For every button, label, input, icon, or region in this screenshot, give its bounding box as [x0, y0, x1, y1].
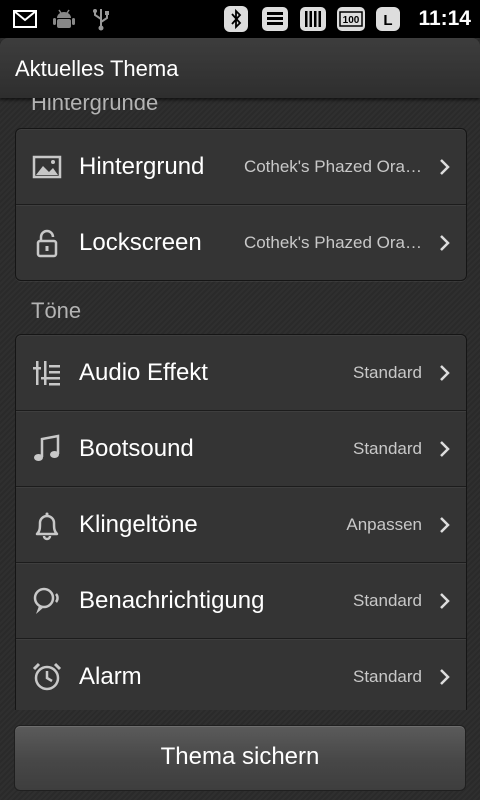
row-value: Cothek's Phazed Ora…	[243, 157, 422, 176]
tones-card: Audio Effekt Standard Bootsound Standard…	[15, 334, 467, 710]
wallpapers-card: Hintergrund Cothek's Phazed Ora… Lockscr…	[15, 128, 467, 281]
mail-icon	[12, 5, 38, 33]
signal-icon	[298, 5, 328, 33]
status-time: 11:14	[418, 7, 471, 30]
section-header-wallpapers: Hintergründe	[31, 98, 159, 115]
status-bar: 100 L 11:14	[0, 0, 480, 38]
row-label: Bootsound	[79, 435, 194, 462]
row-alarm[interactable]: Alarm Standard	[16, 638, 466, 710]
row-bootsound[interactable]: Bootsound Standard	[16, 410, 466, 486]
row-label: Hintergrund	[79, 153, 205, 180]
chevron-right-icon	[438, 667, 452, 687]
row-notification[interactable]: Benachrichtigung Standard	[16, 562, 466, 638]
chevron-right-icon	[438, 439, 452, 459]
music-note-icon	[31, 433, 63, 465]
chevron-right-icon	[438, 515, 452, 535]
image-icon	[31, 151, 63, 183]
row-value: Standard	[353, 363, 422, 382]
title-bar: Aktuelles Thema	[0, 38, 480, 98]
row-value: Standard	[353, 439, 422, 458]
row-value: Standard	[353, 591, 422, 610]
notification-speaker-icon	[31, 585, 63, 617]
usb-icon	[90, 5, 112, 33]
row-label: Benachrichtigung	[79, 587, 265, 614]
row-lockscreen[interactable]: Lockscreen Cothek's Phazed Ora…	[16, 204, 466, 280]
settings-scroll-area[interactable]: Hintergründe Hintergrund Cothek's Phazed…	[0, 98, 480, 710]
android-debug-icon	[52, 5, 76, 33]
chevron-right-icon	[438, 591, 452, 611]
page-title: Aktuelles Thema	[15, 56, 179, 81]
chevron-right-icon	[438, 363, 452, 383]
row-value: Standard	[353, 667, 422, 686]
chevron-right-icon	[438, 233, 452, 253]
lock-icon	[31, 227, 63, 259]
equalizer-icon	[31, 357, 63, 389]
bell-icon	[31, 509, 63, 541]
row-wallpaper[interactable]: Hintergrund Cothek's Phazed Ora…	[16, 129, 466, 204]
row-label: Audio Effekt	[79, 359, 208, 386]
row-value: Anpassen	[346, 515, 422, 534]
svg-text:100: 100	[343, 15, 360, 26]
lock-status-icon: L	[374, 5, 402, 33]
data-icon	[260, 5, 290, 33]
row-label: Alarm	[79, 663, 142, 690]
section-header-tones: Töne	[31, 298, 82, 323]
row-ringtones[interactable]: Klingeltöne Anpassen	[16, 486, 466, 562]
row-value: Cothek's Phazed Ora…	[243, 233, 422, 252]
alarm-clock-icon	[31, 661, 63, 693]
row-audio-effect[interactable]: Audio Effekt Standard	[16, 335, 466, 410]
save-theme-button[interactable]: Thema sichern	[14, 725, 466, 791]
bluetooth-icon	[222, 5, 250, 33]
row-label: Klingeltöne	[79, 511, 198, 538]
chevron-right-icon	[438, 157, 452, 177]
svg-text:L: L	[383, 12, 392, 29]
battery-icon: 100	[336, 5, 366, 33]
